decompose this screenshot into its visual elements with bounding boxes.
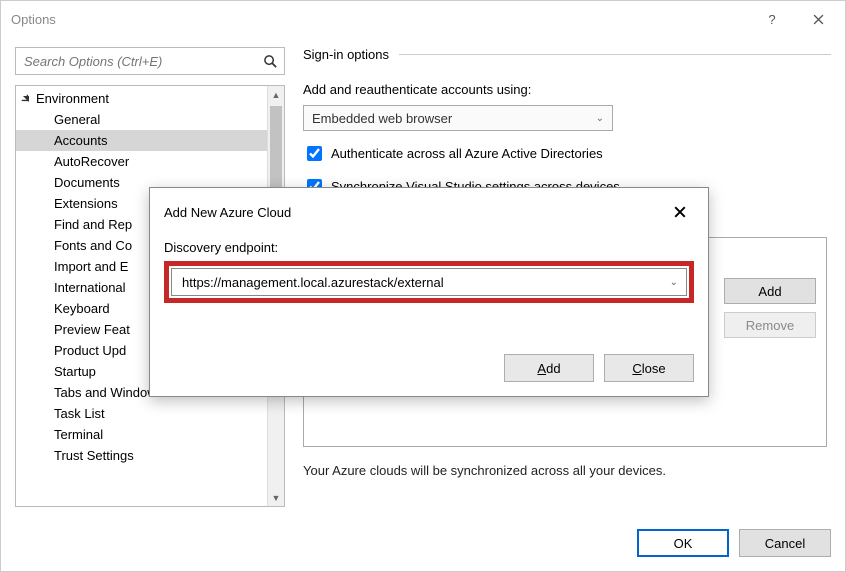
tree-parent-label: Environment: [36, 91, 109, 106]
check-authenticate-all-box[interactable]: [307, 146, 322, 161]
dialog-title: Add New Azure Cloud: [164, 205, 666, 220]
close-icon: [674, 206, 686, 218]
chevron-down-icon: ⌄: [596, 113, 604, 124]
check-authenticate-all-label: Authenticate across all Azure Active Dir…: [331, 146, 603, 161]
add-accounts-label: Add and reauthenticate accounts using:: [303, 82, 831, 97]
dialog-add-button[interactable]: Add: [504, 354, 594, 382]
account-mode-combo[interactable]: Embedded web browser ⌄: [303, 105, 613, 131]
chevron-down-icon: ⌄: [670, 277, 678, 288]
window-titlebar: Options ?: [1, 1, 845, 37]
dialog-add-rest: dd: [546, 361, 560, 376]
dialog-close-btn[interactable]: Close: [604, 354, 694, 382]
discovery-endpoint-label: Discovery endpoint:: [164, 240, 694, 255]
section-rule: [399, 54, 831, 55]
scroll-down-icon[interactable]: ▼: [268, 489, 284, 506]
discovery-endpoint-field[interactable]: ⌄: [171, 268, 687, 296]
section-title: Sign-in options: [303, 47, 389, 62]
scroll-up-icon[interactable]: ▲: [268, 86, 284, 103]
search-input[interactable]: [22, 53, 263, 70]
discovery-endpoint-input[interactable]: [180, 274, 670, 291]
ok-button[interactable]: OK: [637, 529, 729, 557]
tree-item-terminal[interactable]: Terminal: [16, 424, 284, 445]
tree-item-general[interactable]: General: [16, 109, 284, 130]
cancel-button[interactable]: Cancel: [739, 529, 831, 557]
add-azure-cloud-dialog: Add New Azure Cloud Discovery endpoint: …: [149, 187, 709, 397]
tree-parent-environment[interactable]: Environment: [16, 88, 284, 109]
sync-note: Your Azure clouds will be synchronized a…: [303, 463, 827, 478]
help-button[interactable]: ?: [749, 3, 795, 35]
close-icon: [813, 14, 824, 25]
account-mode-value: Embedded web browser: [312, 111, 452, 126]
discovery-endpoint-highlight: ⌄: [164, 261, 694, 303]
search-options-field[interactable]: [15, 47, 285, 75]
tree-item-autorecover[interactable]: AutoRecover: [16, 151, 284, 172]
search-icon: [263, 54, 278, 69]
check-authenticate-all[interactable]: Authenticate across all Azure Active Dir…: [303, 143, 831, 164]
dialog-close-button[interactable]: [666, 200, 694, 224]
tree-item-trust[interactable]: Trust Settings: [16, 445, 284, 466]
remove-cloud-button[interactable]: Remove: [724, 312, 816, 338]
collapse-icon: [20, 93, 32, 105]
window-title: Options: [11, 12, 749, 27]
close-window-button[interactable]: [795, 3, 841, 35]
dialog-close-rest: lose: [642, 361, 666, 376]
tree-item-accounts[interactable]: Accounts: [16, 130, 284, 151]
section-signin: Sign-in options: [303, 47, 831, 62]
add-cloud-button[interactable]: Add: [724, 278, 816, 304]
tree-item-tasklist[interactable]: Task List: [16, 403, 284, 424]
